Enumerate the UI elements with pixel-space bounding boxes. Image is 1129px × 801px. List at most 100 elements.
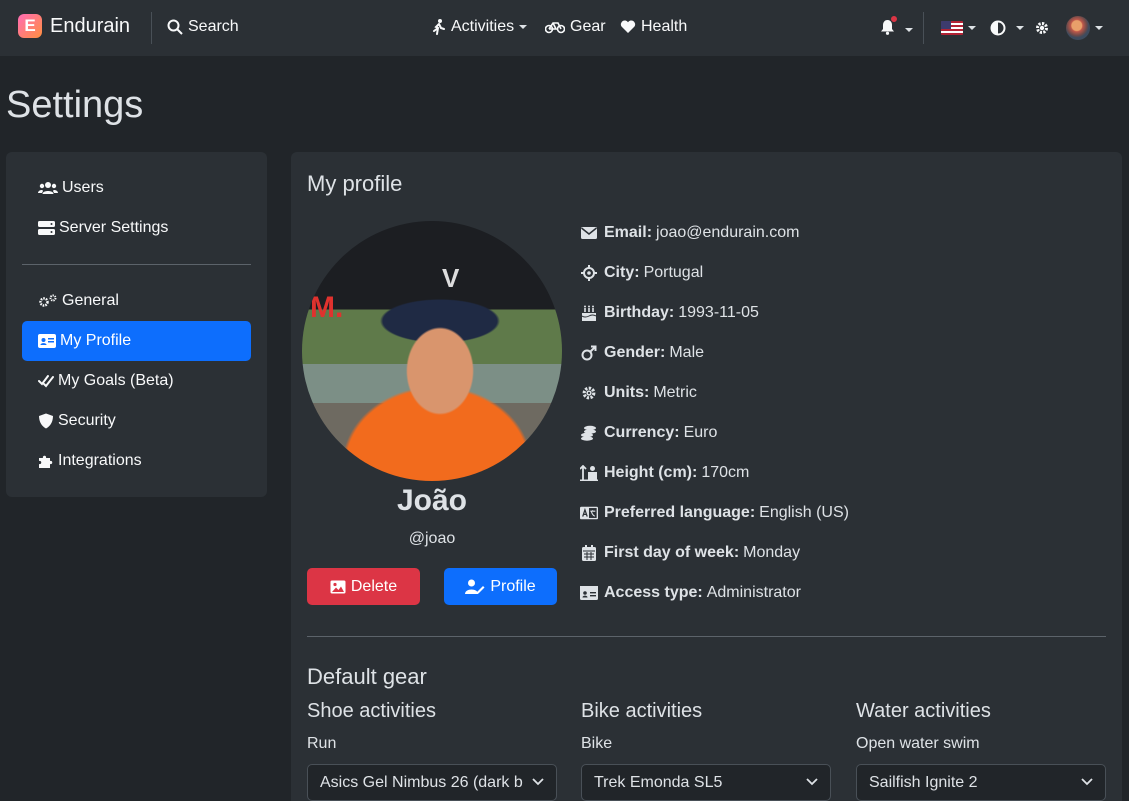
selected-value: Trek Emonda SL5: [594, 773, 723, 791]
info-language: Preferred language: English (US): [580, 502, 849, 524]
notification-badge: [890, 15, 898, 23]
shoe-activities-title: Shoe activities: [307, 700, 436, 722]
sidebar-item-server-settings[interactable]: Server Settings: [22, 208, 251, 248]
search-link[interactable]: Search: [167, 18, 239, 36]
user-handle: @joao: [408, 530, 456, 547]
id-card-icon: [38, 334, 56, 348]
info-label: First day of week:: [604, 544, 740, 561]
info-value: 1993-11-05: [678, 304, 759, 321]
selected-value: Asics Gel Nimbus 26 (dark b: [320, 773, 523, 791]
info-height: Height (cm): 170cm: [580, 462, 749, 484]
settings-sidebar: Users Server Settings General My Profile…: [6, 152, 267, 497]
sidebar-item-label: General: [62, 292, 119, 309]
info-value: English (US): [759, 504, 849, 521]
photo-decoration: M.: [310, 291, 344, 324]
info-email: Email: joao@endurain.com: [580, 222, 799, 244]
image-icon: [330, 580, 346, 593]
gears-icon: [39, 294, 57, 307]
running-icon: [433, 19, 445, 35]
chevron-down-icon: [1081, 778, 1093, 786]
search-label: Search: [188, 18, 239, 35]
water-activities-title: Water activities: [856, 700, 991, 722]
photo-decoration: V: [442, 263, 460, 293]
cake-icon: [582, 305, 596, 321]
bike-gear-label: Bike: [581, 735, 613, 752]
info-city: City: Portugal: [580, 262, 703, 284]
info-value: Euro: [683, 424, 718, 441]
run-gear-select[interactable]: Asics Gel Nimbus 26 (dark b: [307, 764, 557, 801]
gear-icon: [1036, 22, 1048, 34]
double-check-icon: [38, 375, 54, 388]
open-water-swim-gear-select[interactable]: Sailfish Ignite 2: [856, 764, 1106, 801]
chevron-down-icon: [1016, 26, 1024, 30]
delete-photo-button[interactable]: Delete: [307, 568, 420, 605]
chevron-down-icon: [519, 25, 528, 29]
activities-dropdown[interactable]: Activities: [432, 18, 528, 36]
info-value: Male: [669, 344, 705, 361]
section-divider: [307, 636, 1106, 637]
sidebar-item-label: Users: [62, 179, 104, 196]
chevron-down-icon: [806, 778, 818, 786]
sidebar-item-label: Security: [58, 412, 116, 429]
user-menu-dropdown[interactable]: [1066, 16, 1103, 40]
notifications-dropdown[interactable]: [880, 15, 913, 40]
my-profile-card: My profile M. V João @joao Delete Profil…: [291, 152, 1122, 801]
info-units: Units: Metric: [580, 382, 697, 404]
gear-link[interactable]: Gear: [545, 18, 606, 36]
selected-value: Sailfish Ignite 2: [869, 773, 978, 791]
open-water-swim-gear-label: Open water swim: [856, 735, 980, 752]
sidebar-item-my-profile[interactable]: My Profile: [22, 321, 251, 361]
language-dropdown[interactable]: [941, 21, 976, 35]
delete-label: Delete: [350, 577, 398, 595]
chevron-down-icon: [905, 27, 913, 32]
bike-activities-title: Bike activities: [581, 700, 703, 722]
info-value: Metric: [653, 384, 697, 401]
sidebar-divider: [22, 264, 251, 265]
shield-icon: [39, 413, 53, 429]
endurain-logo-icon: E: [18, 14, 42, 38]
language-icon: [580, 506, 598, 520]
info-value: joao@endurain.com: [656, 224, 800, 241]
sidebar-item-label: Integrations: [58, 452, 142, 469]
bike-gear-select[interactable]: Trek Emonda SL5: [581, 764, 831, 801]
sidebar-item-my-goals[interactable]: My Goals (Beta): [22, 361, 251, 401]
sidebar-item-users[interactable]: Users: [22, 168, 251, 208]
settings-link[interactable]: [1034, 20, 1055, 36]
us-flag-icon: [941, 21, 963, 35]
sidebar-item-label: My Goals (Beta): [58, 372, 174, 389]
chevron-down-icon: [1095, 26, 1103, 30]
info-label: Currency:: [604, 424, 680, 441]
nav-divider: [923, 12, 924, 44]
sidebar-item-general[interactable]: General: [22, 281, 251, 321]
info-currency: Currency: Euro: [580, 422, 717, 444]
info-label: Birthday:: [604, 304, 675, 321]
edit-profile-button[interactable]: Profile: [444, 568, 557, 605]
section-title: My profile: [307, 171, 403, 196]
profile-photo: M. V: [302, 221, 562, 481]
info-first-day-of-week: First day of week: Monday: [580, 542, 800, 564]
info-value: Portugal: [643, 264, 704, 281]
info-label: Height (cm):: [604, 464, 698, 481]
top-navbar: E Endurain Search Activities Gear Health: [0, 0, 1129, 56]
brand-link[interactable]: E Endurain: [18, 14, 130, 38]
info-value: Administrator: [706, 584, 801, 601]
info-value: 170cm: [701, 464, 750, 481]
gear-icon: [582, 386, 596, 400]
info-label: Preferred language:: [604, 504, 756, 521]
info-label: Email:: [604, 224, 653, 241]
health-link[interactable]: Health: [620, 18, 687, 36]
chevron-down-icon: [968, 26, 976, 30]
info-label: Gender:: [604, 344, 666, 361]
sidebar-item-security[interactable]: Security: [22, 401, 251, 441]
activities-label: Activities: [451, 18, 515, 35]
info-birthday: Birthday: 1993-11-05: [580, 302, 759, 324]
page-title: Settings: [6, 84, 144, 126]
mars-icon: [581, 345, 597, 361]
contrast-icon: [990, 20, 1006, 36]
info-access-type: Access type: Administrator: [580, 582, 801, 604]
sidebar-item-integrations[interactable]: Integrations: [22, 441, 251, 481]
gear-label: Gear: [570, 18, 606, 35]
coins-icon: [581, 425, 596, 441]
envelope-icon: [581, 227, 597, 239]
theme-dropdown[interactable]: [990, 20, 1024, 36]
